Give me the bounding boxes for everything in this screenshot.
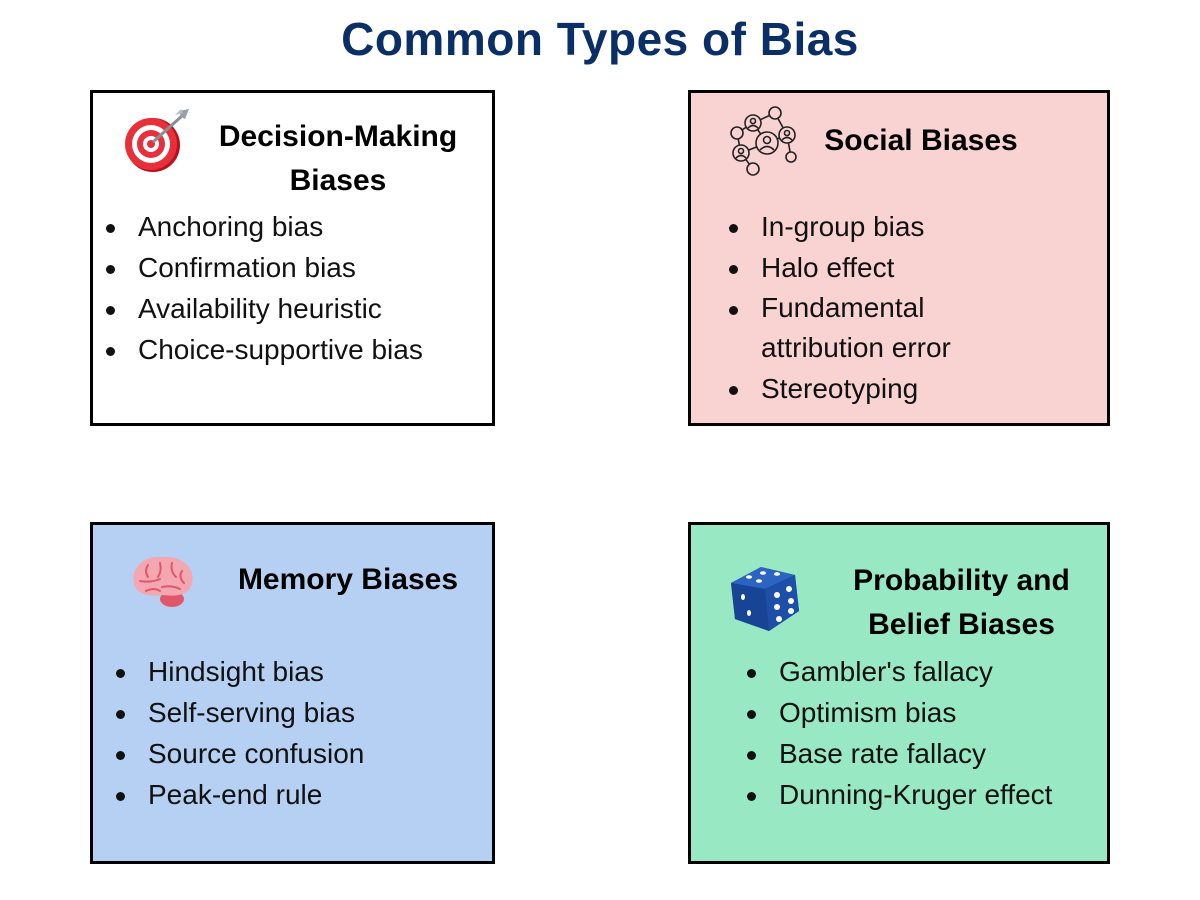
probability-belief-biases-box: Probability and Belief Biases Gambler's … xyxy=(688,522,1110,864)
probability-heading: Probability and Belief Biases xyxy=(829,559,1094,647)
memory-biases-box: Memory Biases Hindsight bias Self-servin… xyxy=(90,522,495,864)
list-item: Hindsight bias xyxy=(108,651,364,692)
heading-line: Probability and xyxy=(853,564,1070,597)
list-item: Self-serving bias xyxy=(108,692,364,733)
list-item: Confirmation bias xyxy=(98,247,423,288)
brain-icon xyxy=(126,551,198,611)
memory-list: Hindsight bias Self-serving bias Source … xyxy=(108,651,364,815)
social-network-icon xyxy=(725,105,805,177)
social-biases-box: Social Biases In-group bias Halo effect … xyxy=(688,90,1110,426)
list-item: Anchoring bias xyxy=(98,206,423,247)
list-item: Peak-end rule xyxy=(108,774,364,815)
heading-line: Biases xyxy=(289,164,387,197)
list-item: Base rate fallacy xyxy=(739,733,1052,774)
target-icon xyxy=(123,107,195,173)
decision-making-biases-box: Decision-Making Biases Anchoring bias Co… xyxy=(90,90,495,426)
list-item: Gambler's fallacy xyxy=(739,651,1052,692)
decision-making-heading: Decision-Making Biases xyxy=(198,115,478,203)
heading-line: Belief Biases xyxy=(868,608,1055,641)
list-item: Availability heuristic xyxy=(98,288,423,329)
list-item: Halo effect xyxy=(721,247,991,288)
list-item: Source confusion xyxy=(108,733,364,774)
list-item: In-group bias xyxy=(721,206,991,247)
dice-icon xyxy=(725,561,805,636)
list-item: Fundamental attribution error xyxy=(721,288,991,368)
probability-list: Gambler's fallacy Optimism bias Base rat… xyxy=(739,651,1052,815)
page-title: Common Types of Bias xyxy=(341,13,859,65)
list-item: Stereotyping xyxy=(721,368,991,409)
list-item: Choice-supportive bias xyxy=(98,329,423,370)
list-item: Optimism bias xyxy=(739,692,1052,733)
social-heading: Social Biases xyxy=(824,124,1018,157)
social-list: In-group bias Halo effect Fundamental at… xyxy=(721,206,991,409)
memory-heading: Memory Biases xyxy=(237,563,459,596)
list-item: Dunning-Kruger effect xyxy=(739,774,1052,815)
decision-making-list: Anchoring bias Confirmation bias Availab… xyxy=(98,206,423,370)
heading-line: Decision-Making xyxy=(218,120,458,153)
